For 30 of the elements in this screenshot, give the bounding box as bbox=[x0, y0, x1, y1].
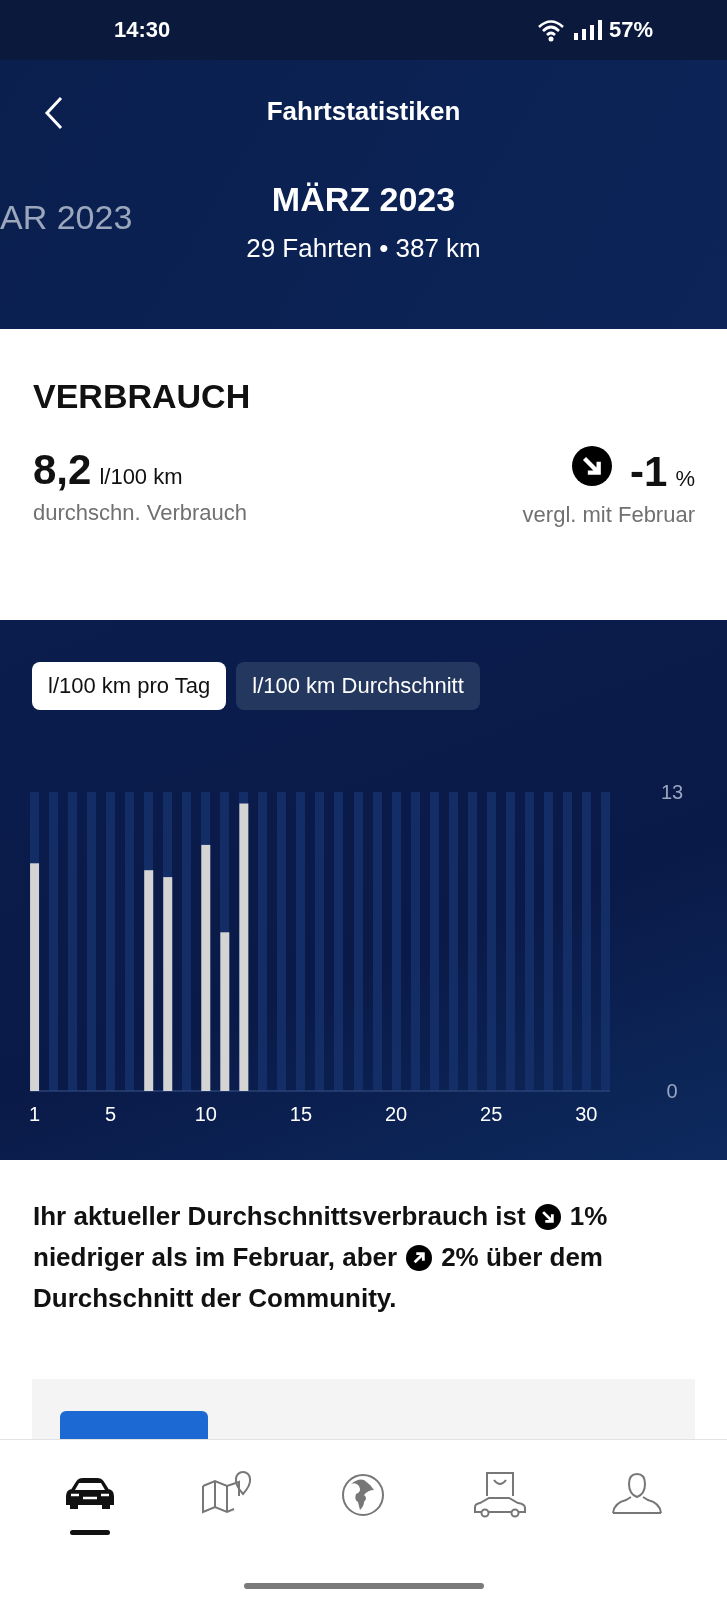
insight-text: niedriger als im Februar, aber bbox=[33, 1241, 398, 1274]
month-title: MÄRZ 2023 bbox=[271, 179, 456, 219]
x-axis-label: 25 bbox=[480, 1102, 503, 1125]
insight-text: Ihr aktueller Durchschnittsverbrauch ist bbox=[33, 1200, 526, 1233]
consumption-label: durchschn. Verbrauch bbox=[33, 500, 248, 527]
section-heading: VERBRAUCH bbox=[33, 377, 251, 417]
change-label: vergl. mit Februar bbox=[522, 502, 695, 529]
y-axis-label: 0 bbox=[666, 1079, 678, 1102]
consumption-unit: l/100 km bbox=[99, 464, 183, 491]
x-axis-label: 5 bbox=[105, 1102, 117, 1125]
status-time: 14:30 bbox=[114, 16, 171, 43]
y-axis-label: 13 bbox=[660, 780, 684, 803]
change-unit: % bbox=[675, 466, 695, 493]
month-summary: 29 Fahrten • 387 km bbox=[246, 232, 481, 264]
page-title: Fahrtstatistiken bbox=[266, 96, 461, 128]
battery-percentage: 57% bbox=[608, 16, 653, 43]
x-axis-label: 1 bbox=[29, 1102, 41, 1125]
x-axis-label: 15 bbox=[289, 1102, 313, 1125]
x-axis-label: 10 bbox=[194, 1102, 217, 1125]
change-value: -1 bbox=[630, 448, 668, 497]
x-axis-label: 30 bbox=[575, 1102, 598, 1125]
chart-tab[interactable]: l/100 km pro Tag bbox=[32, 661, 227, 710]
insight-text: Durchschnitt der Community. bbox=[33, 1282, 397, 1315]
chart-tab[interactable]: l/100 km Durchschnitt bbox=[236, 661, 480, 710]
signal-icon bbox=[572, 18, 603, 41]
x-axis-label: 20 bbox=[384, 1102, 408, 1125]
insight-text: 1% bbox=[569, 1200, 608, 1233]
previous-month[interactable]: AR 2023 bbox=[0, 197, 133, 237]
consumption-value: 8,2 bbox=[33, 446, 92, 495]
insight-text: 2% über dem bbox=[441, 1241, 603, 1274]
